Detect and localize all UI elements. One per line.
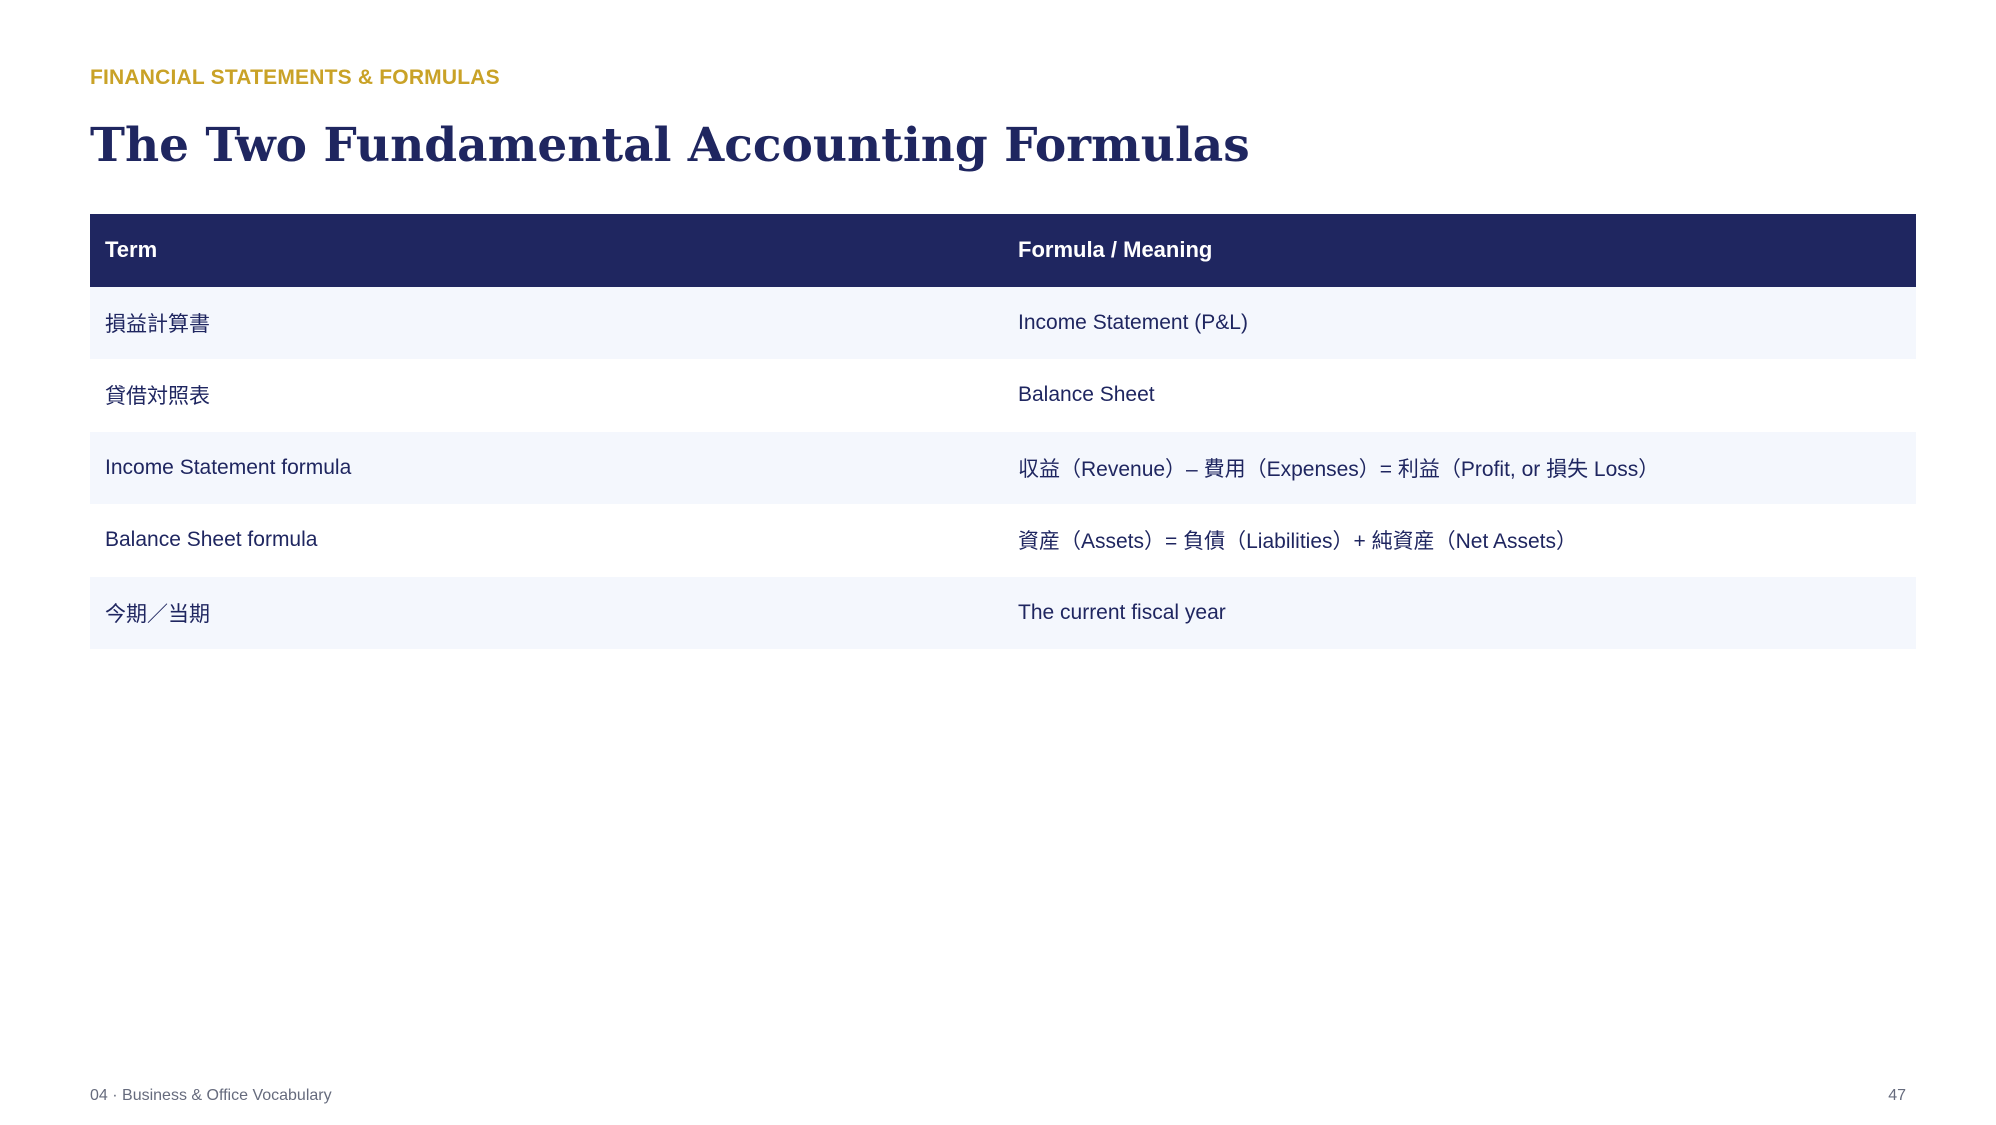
term-cell: Income Statement formula	[105, 455, 352, 479]
header-term: Term	[105, 237, 158, 263]
vocabulary-table: Term Formula / Meaning 損益計算書 Income Stat…	[90, 214, 1916, 649]
page-number: 47	[1888, 1087, 1906, 1104]
meaning-cell: Income Statement (P&L)	[1018, 310, 1248, 334]
meaning-cell: 資産（Assets）= 負債（Liabilities）+ 純資産（Net Ass…	[1018, 530, 1577, 554]
footer-section-label: 04 · Business & Office Vocabulary	[90, 1087, 332, 1104]
meaning-cell: Balance Sheet	[1018, 383, 1155, 407]
section-eyebrow: FINANCIAL STATEMENTS & FORMULAS	[90, 66, 500, 89]
table-row: Balance Sheet formula 資産（Assets）= 負債（Lia…	[90, 504, 1916, 577]
meaning-cell: The current fiscal year	[1018, 600, 1226, 624]
table-row: 今期／当期 The current fiscal year	[90, 576, 1916, 649]
term-cell: 損益計算書	[105, 312, 210, 336]
page-title: The Two Fundamental Accounting Formulas	[90, 118, 1250, 173]
table-row: 貸借対照表 Balance Sheet	[90, 359, 1916, 432]
term-cell: 貸借対照表	[105, 385, 210, 409]
term-cell: 今期／当期	[105, 602, 210, 626]
meaning-cell: 収益（Revenue）– 費用（Expenses）= 利益（Profit, or…	[1018, 457, 1660, 481]
table-row: Income Statement formula 収益（Revenue）– 費用…	[90, 431, 1916, 504]
header-formula-meaning: Formula / Meaning	[1018, 237, 1213, 263]
table-header-row: Term Formula / Meaning	[90, 214, 1916, 287]
table-row: 損益計算書 Income Statement (P&L)	[90, 286, 1916, 359]
term-cell: Balance Sheet formula	[105, 528, 318, 552]
